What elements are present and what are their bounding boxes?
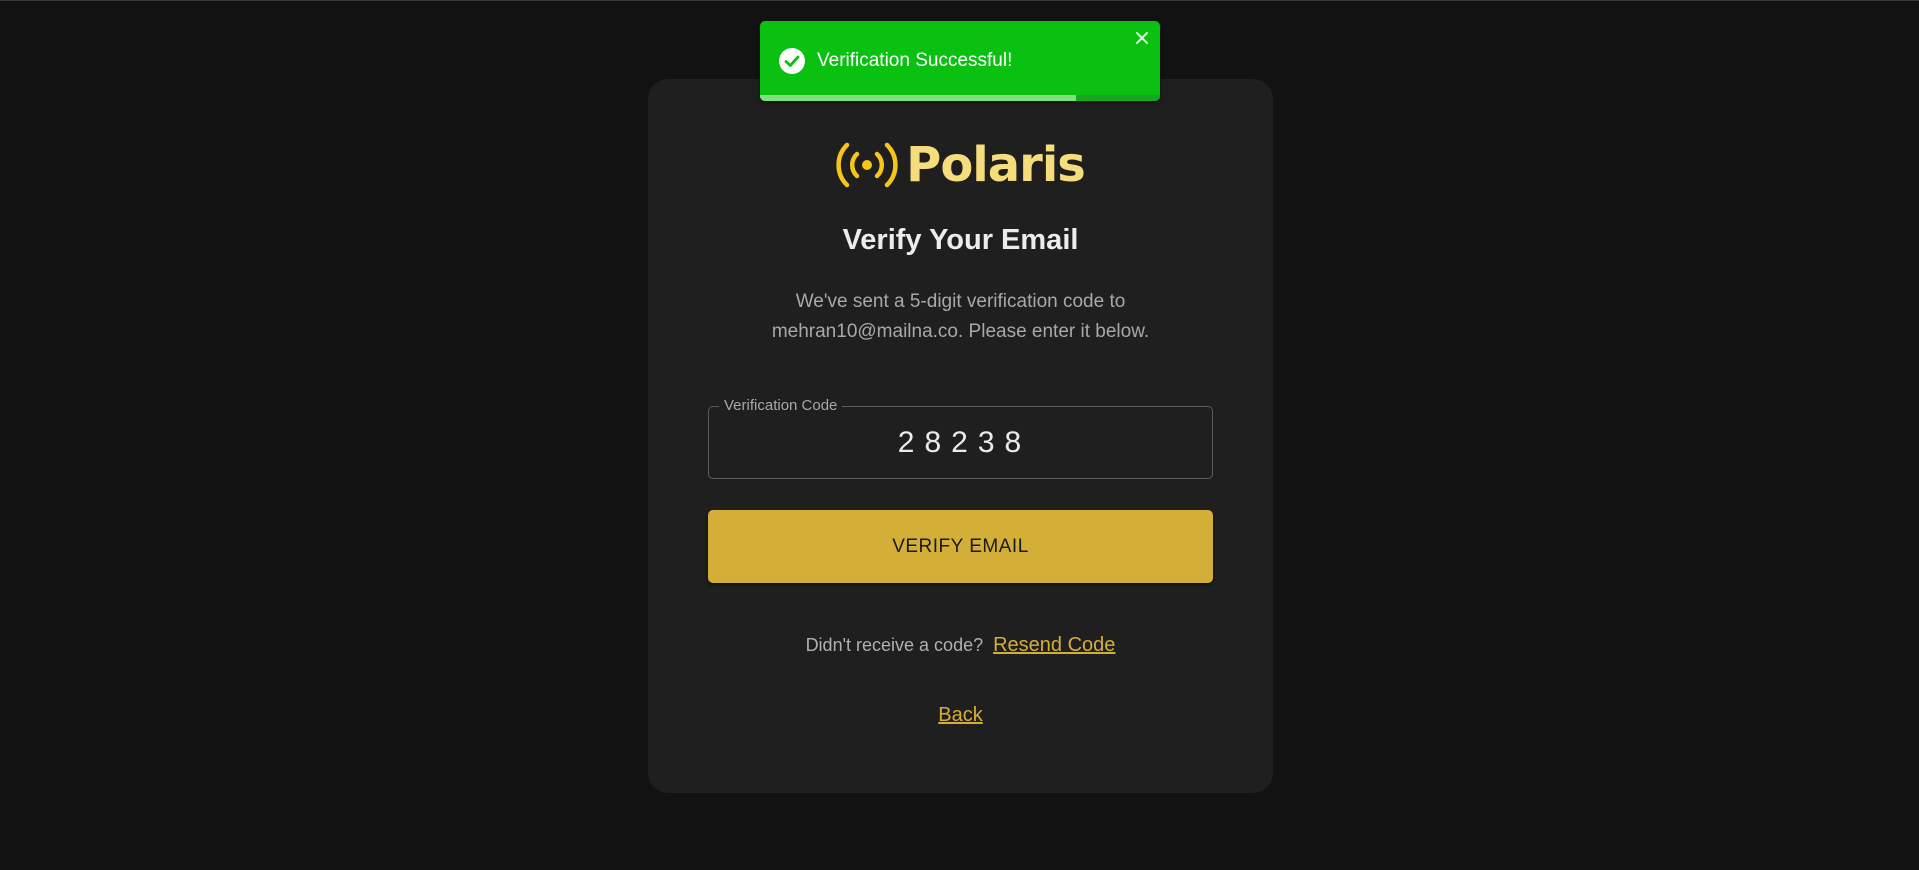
page-title: Verify Your Email: [842, 224, 1079, 256]
toast-progress-bar: [760, 95, 1160, 101]
instructions-text: We've sent a 5-digit verification code t…: [738, 287, 1183, 347]
resend-row: Didn't receive a code? Resend Code: [648, 634, 1273, 657]
toast-progress-fill: [760, 95, 1076, 101]
verify-card: Polaris Verify Your Email We've sent a 5…: [648, 79, 1273, 793]
brand-name: Polaris: [906, 137, 1086, 193]
page: Polaris Verify Your Email We've sent a 5…: [0, 0, 1919, 870]
instructions-line-1: We've sent a 5-digit verification code t…: [795, 291, 1126, 312]
back-link[interactable]: Back: [938, 704, 982, 726]
success-toast: Verification Successful!: [760, 21, 1160, 101]
broadcast-icon: [836, 140, 898, 190]
toast-message: Verification Successful!: [817, 50, 1013, 71]
verification-code-field: Verification Code: [708, 397, 1213, 479]
back-row: Back: [648, 704, 1273, 727]
verify-email-button[interactable]: VERIFY EMAIL: [708, 510, 1213, 583]
close-icon[interactable]: [1132, 28, 1152, 48]
check-circle-icon: [778, 47, 806, 75]
brand-logo: Polaris: [648, 135, 1273, 195]
verification-code-input[interactable]: [709, 407, 1212, 478]
resend-prompt: Didn't receive a code?: [805, 635, 984, 655]
instructions-line-2: mehran10@mailna.co. Please enter it belo…: [771, 321, 1150, 342]
resend-code-link[interactable]: Resend Code: [993, 634, 1115, 657]
